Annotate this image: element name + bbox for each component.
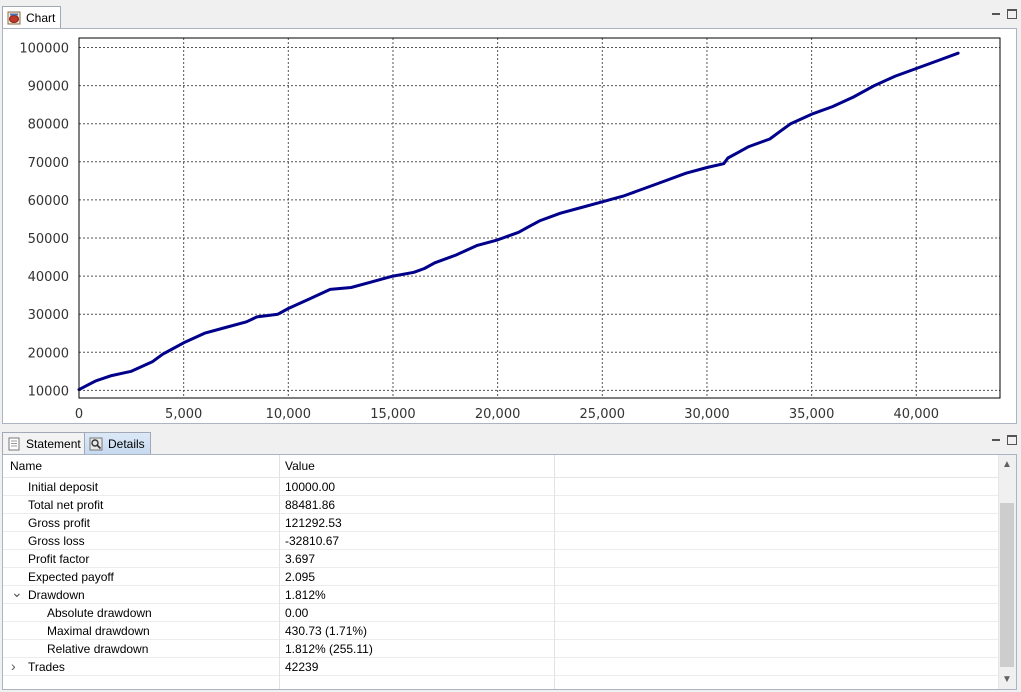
tab-chart-label: Chart (26, 10, 56, 25)
row-name: Initial deposit (28, 480, 99, 494)
y-tick-label: 20000 (28, 346, 69, 361)
chart-window-controls (991, 9, 1017, 19)
row-name: Gross loss (28, 534, 85, 548)
row-name: Drawdown (28, 588, 85, 602)
row-name: Total net profit (28, 498, 104, 512)
x-tick-label: 30,000 (684, 407, 730, 422)
column-separator (554, 455, 555, 689)
y-tick-label: 10000 (28, 384, 69, 399)
maximize-icon[interactable] (1007, 9, 1017, 19)
tab-details-label: Details (108, 436, 145, 451)
y-tick-label: 50000 (28, 232, 69, 247)
equity-chart: 0 5,000 10,000 15,000 20,000 25,000 30,000 35,0… (19, 37, 1001, 422)
x-tick-label: 40,000 (894, 407, 940, 422)
chart-tabbar: Chart (0, 3, 1021, 28)
row-name: Gross profit (28, 516, 91, 530)
table-row[interactable]: Gross profit 121292.53 (3, 514, 998, 532)
chart-panel: 0 5,000 10,000 15,000 20,000 25,000 30,000 35,0… (2, 28, 1017, 424)
row-value: 88481.86 (285, 498, 336, 512)
x-tick-label: 10,000 (266, 407, 312, 422)
statement-icon (7, 437, 21, 451)
details-icon (89, 437, 103, 451)
row-value: -32810.67 (285, 534, 340, 548)
row-value: 3.697 (285, 552, 316, 566)
table-row[interactable]: › Trades 42239 (3, 658, 998, 676)
row-name: Absolute drawdown (47, 606, 152, 620)
scrollbar-thumb[interactable] (1000, 503, 1014, 667)
tab-chart[interactable]: Chart (2, 6, 62, 28)
chevron-right-icon[interactable]: › (11, 658, 21, 674)
row-value: 121292.53 (285, 516, 342, 530)
row-name: Profit factor (28, 552, 90, 566)
chart-icon (7, 11, 21, 25)
x-tick-label: 35,000 (789, 407, 835, 422)
row-value: 10000.00 (285, 480, 336, 494)
details-tabbar: Statement Details (0, 429, 1021, 454)
row-value: 0.00 (285, 606, 309, 620)
y-tick-label: 30000 (28, 308, 69, 323)
row-value: 430.73 (1.71%) (285, 624, 368, 638)
x-tick-label: 25,000 (580, 407, 626, 422)
scroll-down-icon[interactable]: ▼ (1002, 674, 1012, 685)
details-panel: Name Value Initial deposit 10000.00 Total … (2, 454, 1017, 690)
column-separator (279, 455, 280, 689)
row-value: 1.812% (285, 588, 326, 602)
tab-statement-label: Statement (26, 436, 81, 451)
row-value: 1.812% (255.11) (285, 642, 373, 656)
vertical-scrollbar[interactable]: ▲ ▼ (998, 455, 1016, 689)
row-name: Expected payoff (28, 570, 114, 584)
table-row[interactable]: Initial deposit 10000.00 (3, 478, 998, 496)
row-name: Trades (28, 660, 65, 674)
tab-statement[interactable]: Statement (2, 432, 87, 454)
series-line-balance (77, 51, 960, 392)
chevron-down-icon[interactable]: ⌄ (11, 584, 23, 600)
y-tick-label: 70000 (28, 156, 69, 171)
row-name: Relative drawdown (47, 642, 149, 656)
column-header-value[interactable]: Value (285, 459, 315, 473)
y-tick-label: 60000 (28, 194, 69, 209)
table-row[interactable]: Total net profit 88481.86 (3, 496, 998, 514)
details-header: Name Value (3, 455, 998, 478)
y-tick-label: 100000 (19, 42, 69, 57)
y-tick-label: 90000 (28, 80, 69, 95)
table-row[interactable]: Maximal drawdown 430.73 (1.71%) (3, 622, 998, 640)
table-row[interactable]: Gross loss -32810.67 (3, 532, 998, 550)
row-value: 2.095 (285, 570, 316, 584)
y-tick-label: 40000 (28, 270, 69, 285)
column-header-name[interactable]: Name (10, 459, 42, 473)
row-name: Maximal drawdown (47, 624, 150, 638)
minimize-icon[interactable] (991, 9, 1001, 19)
x-tick-label: 5,000 (165, 407, 202, 422)
table-row[interactable]: Absolute drawdown 0.00 (3, 604, 998, 622)
x-tick-label: 20,000 (475, 407, 521, 422)
x-tick-label: 15,000 (370, 407, 416, 422)
row-value: 42239 (285, 660, 319, 674)
tab-details[interactable]: Details (84, 432, 151, 454)
table-row[interactable]: Expected payoff 2.095 (3, 568, 998, 586)
minimize-icon[interactable] (991, 435, 1001, 445)
maximize-icon[interactable] (1007, 435, 1017, 445)
table-row[interactable]: Profit factor 3.697 (3, 550, 998, 568)
x-tick-label: 0 (75, 407, 83, 422)
scroll-up-icon[interactable]: ▲ (1002, 459, 1012, 470)
y-tick-label: 80000 (28, 118, 69, 133)
table-row[interactable]: ⌄ Drawdown 1.812% (3, 584, 998, 604)
table-row[interactable]: Relative drawdown 1.812% (255.11) (3, 640, 998, 658)
details-window-controls (991, 435, 1017, 445)
